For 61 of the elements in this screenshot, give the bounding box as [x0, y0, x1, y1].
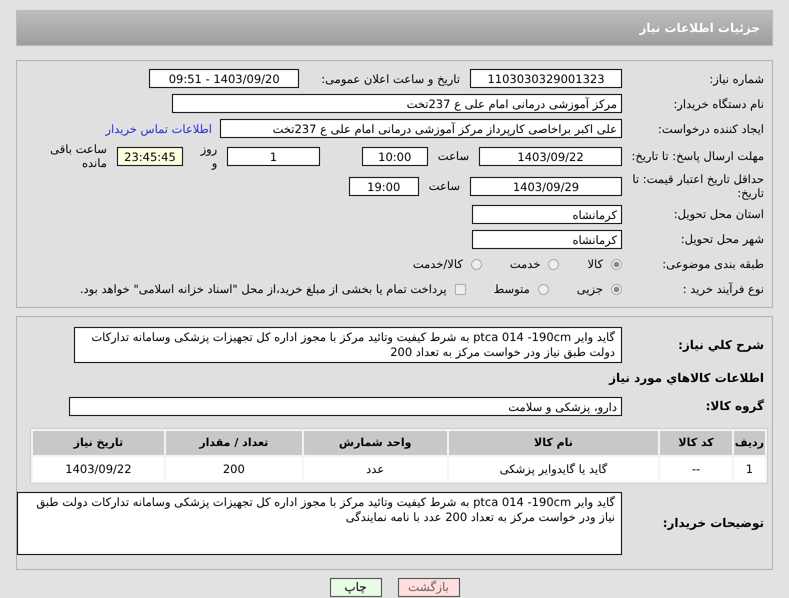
validity-time-field: 19:00 — [348, 176, 419, 196]
days-field: 1 — [227, 146, 320, 166]
remaining-time-field: 23:45:45 — [116, 146, 184, 166]
radio-button[interactable] — [611, 284, 622, 295]
table-cell: 1403/09/22 — [33, 456, 164, 481]
option-label: کالا — [587, 257, 603, 272]
deadline-time-field: 10:00 — [362, 146, 428, 166]
requester-field: علی اکبر براخاصی کارپرداز مرکز آموزشی درمانی امام علی ع 237تخت — [220, 119, 622, 138]
field-label: شهر محل تحویل: — [680, 232, 765, 246]
table-cell: عدد — [304, 456, 447, 481]
action-button[interactable]: بازگشت — [398, 578, 460, 597]
option-label: کالا/خدمت — [412, 257, 463, 272]
radio-button[interactable] — [470, 258, 482, 270]
province-field: کرمانشاه — [472, 204, 622, 224]
time-label: ساعت — [428, 179, 460, 194]
option-label: جزیی — [576, 282, 603, 296]
field-label: مهلت ارسال پاسخ: تا تاریخ: — [630, 148, 765, 164]
column-header: ردیف — [734, 430, 765, 455]
column-header: تعداد / مقدار — [166, 430, 302, 455]
field-label: نام دستگاه خریدار: — [672, 96, 765, 110]
action-button[interactable]: چاپ — [330, 578, 382, 597]
option-label: متوسط — [494, 282, 530, 296]
radio-button[interactable] — [548, 258, 560, 270]
table-cell: 1 — [734, 456, 765, 481]
buyer-org-field: مرکز آموزشی درمانی امام علی ع 237تخت — [172, 94, 622, 113]
radio-button[interactable] — [611, 258, 622, 270]
field-label: ایجاد کننده درخواست: — [657, 122, 765, 136]
option-label: پرداخت تمام یا بخشی از مبلغ خرید،از محل "اسناد خزانه اسلامی" خواهد بود. — [80, 282, 447, 296]
remaining-label: ساعت باقی مانده — [49, 142, 107, 170]
field-label: گروه کالا: — [704, 399, 765, 414]
days-label: روز و — [199, 142, 218, 170]
table-cell: گاید یا گایدوایر پزشکی — [448, 456, 658, 481]
field-label: نوع فرآیند خرید : — [682, 282, 765, 296]
field-label: حداقل تاریخ اعتبار قیمت: تا تاریخ: — [631, 172, 765, 201]
buyer-contact-link[interactable]: اطلاعات تماس خریدار — [105, 122, 212, 136]
table-cell: -- — [660, 456, 732, 481]
description-textarea: گاید وایر ptca 014 -190cm به شرط کیفیت وتائید مرکز با مجوز اداره کل تجهیزات پزشکی وسامانه تدارکات دولت طبق نیاز ودر خواست مرکز به تعداد 200 — [74, 326, 622, 363]
table-cell: 200 — [166, 456, 302, 481]
field-label: توضیحات خریدار: — [662, 516, 765, 530]
radio-button[interactable] — [538, 284, 549, 295]
page-title: جزئیات اطلاعات نیاز — [639, 21, 760, 35]
field-label: طبقه بندی موضوعی: — [661, 257, 765, 272]
validity-date-field: 1403/09/29 — [470, 176, 622, 196]
option-label: خدمت — [510, 257, 540, 272]
buyer-notes-textarea: گاید وایر ptca 014 -190cm به شرط کیفیت وتائید مرکز با مجوز اداره کل تجهیزات پزشکی وسامانه تدارکات دولت طبق نیاز ودر خواست مرکز به تعداد 200 عدد با نامه نمایندگی — [17, 492, 622, 555]
field-label: شرح کلي نياز: — [677, 338, 765, 352]
announce-date-field: 1403/09/20 - 09:51 — [149, 69, 300, 88]
field-label: شماره نیاز: — [708, 72, 765, 86]
goods-group-field: دارو، پزشکی و سلامت — [69, 396, 622, 416]
column-header: کد کالا — [660, 430, 732, 455]
section-heading: اطلاعات کالاهاي مورد نياز — [608, 370, 765, 387]
city-field: کرمانشاه — [472, 230, 622, 249]
time-label: ساعت — [438, 149, 470, 163]
field-label: استان محل تحویل: — [672, 207, 765, 222]
deadline-date-field: 1403/09/22 — [479, 146, 622, 166]
column-header: نام کالا — [448, 430, 658, 455]
need-number-field: 1103030329001323 — [470, 69, 622, 88]
column-header: تاریخ نیاز — [33, 430, 164, 455]
checkbox[interactable] — [454, 284, 466, 295]
field-label: تاریخ و ساعت اعلان عمومی: — [321, 72, 460, 86]
column-header: واحد شمارش — [304, 430, 447, 455]
